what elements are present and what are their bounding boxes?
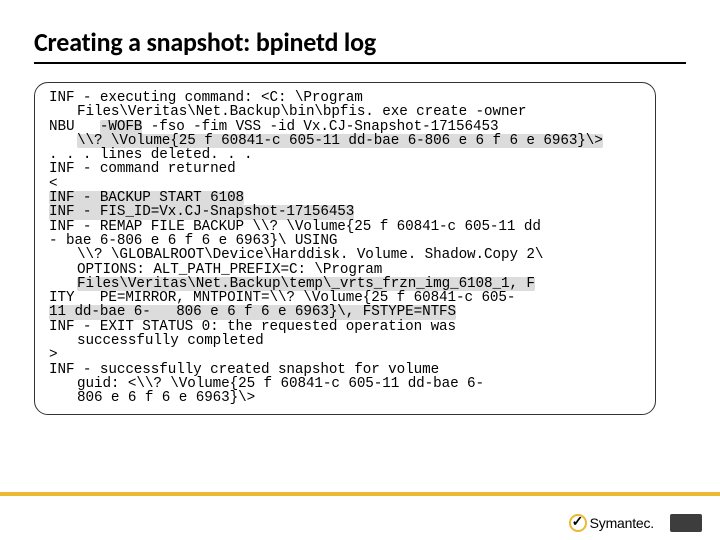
highlighted-text: INF - FIS_ID=Vx.CJ-Snapshot-17156453 bbox=[49, 205, 354, 219]
log-line: Files\Veritas\Net.Backup\bin\bpfis. exe … bbox=[49, 105, 641, 119]
highlighted-text: \\? \Volume{25 f 60841-c 605-11 dd-bae 6… bbox=[77, 134, 603, 148]
log-line: Files\Veritas\Net.Backup\temp\_vrts_frzn… bbox=[49, 277, 641, 291]
log-line: successfully completed bbox=[49, 334, 641, 348]
title-underline bbox=[34, 62, 686, 64]
log-line: - bae 6-806 e 6 f 6 e 6963}\ USING bbox=[49, 234, 641, 248]
highlighted-text: INF - BACKUP START 6108 bbox=[49, 191, 244, 205]
log-line: NBU -WOFB -fso -fim VSS -id Vx.CJ-Snapsh… bbox=[49, 120, 641, 134]
log-line: > bbox=[49, 348, 641, 362]
log-line: guid: <\\? \Volume{25 f 60841-c 605-11 d… bbox=[49, 377, 641, 391]
log-line: \\? \GLOBALROOT\Device\Harddisk. Volume.… bbox=[49, 248, 641, 262]
footer-accent-bar bbox=[0, 492, 720, 496]
log-line: 11 dd-bae 6- 806 e 6 f 6 e 6963}\, FSTYP… bbox=[49, 305, 641, 319]
page-number-box bbox=[670, 514, 702, 532]
highlighted-text: -WOFB bbox=[100, 120, 142, 134]
log-output-box: INF - executing command: <C: \Program Fi… bbox=[34, 82, 656, 415]
log-line: \\? \Volume{25 f 60841-c 605-11 dd-bae 6… bbox=[49, 134, 641, 148]
log-line: OPTIONS: ALT_PATH_PREFIX=C: \Program bbox=[49, 263, 641, 277]
log-line: INF - successfully created snapshot for … bbox=[49, 363, 641, 377]
log-line: 806 e 6 f 6 e 6963}\> bbox=[49, 391, 641, 405]
log-line: ITY PE=MIRROR, MNTPOINT=\\? \Volume{25 f… bbox=[49, 291, 641, 305]
log-line: INF - command returned bbox=[49, 162, 641, 176]
highlighted-text: Files\Veritas\Net.Backup\temp\_vrts_frzn… bbox=[77, 277, 535, 291]
log-line: INF - EXIT STATUS 0: the requested opera… bbox=[49, 320, 641, 334]
slide-title: Creating a snapshot: bpinetd log bbox=[34, 26, 376, 58]
log-line: INF - BACKUP START 6108 bbox=[49, 191, 641, 205]
log-line: INF - executing command: <C: \Program bbox=[49, 91, 641, 105]
brand-logo: Symantec. bbox=[569, 514, 654, 532]
brand-name: Symantec. bbox=[590, 515, 654, 531]
highlighted-text: 11 dd-bae 6- 806 e 6 f 6 e 6963}\, FSTYP… bbox=[49, 305, 456, 319]
log-line: . . . lines deleted. . . bbox=[49, 148, 641, 162]
log-line: INF - REMAP FILE BACKUP \\? \Volume{25 f… bbox=[49, 220, 641, 234]
log-line: < bbox=[49, 177, 641, 191]
slide: Creating a snapshot: bpinetd log INF - e… bbox=[0, 0, 720, 540]
check-ring-icon bbox=[569, 514, 587, 532]
log-line: INF - FIS_ID=Vx.CJ-Snapshot-17156453 bbox=[49, 205, 641, 219]
